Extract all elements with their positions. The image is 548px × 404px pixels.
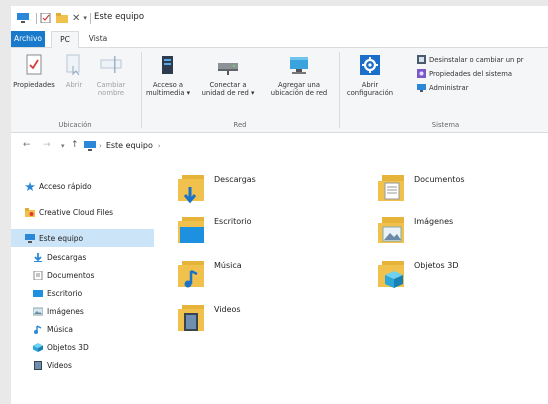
folder-view: Descargas Documentos Escritorio Imágenes…: [166, 161, 548, 404]
folder-tile-descargas[interactable]: Descargas: [176, 171, 256, 205]
manage-icon: [417, 84, 426, 92]
pictures-folder-icon: [378, 217, 404, 243]
group-label-red: Red: [233, 121, 247, 129]
downloads-icon: [34, 252, 42, 262]
nav-imagenes[interactable]: Imágenes: [11, 302, 154, 320]
ribbon-tabs: Archivo PC Vista: [11, 31, 548, 48]
star-icon: [25, 181, 35, 191]
group-label-ubicacion: Ubicación: [58, 121, 92, 129]
folder-tile-imagenes[interactable]: Imágenes: [376, 213, 453, 247]
3d-objects-folder-icon: [378, 261, 404, 288]
nav-musica[interactable]: Música: [11, 320, 154, 338]
uninstall-program-link[interactable]: Desinstalar o cambiar un pr: [417, 55, 524, 64]
open-settings-button[interactable]: Abrir configuración: [343, 54, 397, 97]
nav-escritorio[interactable]: Escritorio: [11, 284, 154, 302]
system-properties-link[interactable]: Propiedades del sistema: [417, 69, 512, 78]
navigation-pane: Acceso rápido Creative Cloud Files Este …: [11, 161, 154, 404]
rename-button[interactable]: Cambiar nombre: [91, 54, 131, 97]
documents-folder-icon: [378, 175, 404, 201]
open-button[interactable]: Abrir: [59, 54, 89, 89]
media-access-button[interactable]: Acceso a multimedia ▾: [145, 54, 191, 97]
forward-arrow-icon[interactable]: →: [43, 140, 51, 150]
settings-gear-icon: [360, 55, 380, 75]
nav-objetos-3d[interactable]: Objetos 3D: [11, 338, 154, 356]
nav-creative-cloud-files[interactable]: Creative Cloud Files: [11, 203, 154, 221]
nav-documentos[interactable]: Documentos: [11, 266, 154, 284]
back-arrow-icon[interactable]: ←: [23, 140, 31, 150]
up-arrow-icon[interactable]: ↑: [71, 140, 79, 150]
3d-objects-icon: [33, 342, 43, 352]
media-server-icon: [162, 56, 173, 74]
add-network-location-button[interactable]: Agregar una ubicación de red: [263, 54, 335, 97]
open-icon: [66, 54, 80, 76]
ribbon: Propiedades Abrir Cambiar nombre Ubicaci…: [11, 48, 548, 133]
properties-icon: [26, 54, 42, 75]
properties-button[interactable]: Propiedades: [11, 54, 57, 89]
title-bar: ✕ ▾ Este equipo: [11, 6, 548, 30]
tab-vista[interactable]: Vista: [83, 31, 113, 47]
breadcrumb-este-equipo[interactable]: Este equipo: [106, 141, 153, 150]
customize-quick-access-icon[interactable]: ▾: [83, 14, 87, 22]
nav-videos[interactable]: Videos: [11, 356, 154, 374]
divider: [36, 12, 37, 24]
pictures-icon: [33, 307, 43, 315]
window-title: Este equipo: [94, 12, 145, 22]
music-folder-icon: [178, 261, 204, 288]
group-label-sistema: Sistema: [431, 121, 460, 129]
tab-pc[interactable]: PC: [51, 31, 79, 48]
map-network-drive-button[interactable]: Conectar a unidad de red ▾: [195, 54, 261, 97]
folder-tile-musica[interactable]: Música: [176, 257, 242, 291]
address-row: ← → ▾ ↑ › Este equipo ›: [11, 133, 548, 159]
breadcrumb-chevron-icon: ›: [99, 141, 102, 150]
music-icon: [34, 324, 42, 334]
folder-tile-videos[interactable]: Videos: [176, 301, 241, 335]
desktop-icon: [33, 289, 43, 297]
rename-icon: [100, 56, 122, 73]
group-divider: [141, 52, 142, 128]
network-location-icon: [290, 57, 308, 74]
properties-icon[interactable]: [40, 13, 52, 23]
manage-link[interactable]: Administrar: [417, 83, 469, 92]
folder-tile-documentos[interactable]: Documentos: [376, 171, 465, 205]
nav-descargas[interactable]: Descargas: [11, 248, 154, 266]
breadcrumb-chevron-icon: ›: [157, 141, 161, 150]
this-pc-icon: [84, 140, 96, 151]
desktop-folder-icon: [178, 217, 204, 243]
this-pc-icon: [17, 13, 29, 23]
nav-quick-access[interactable]: Acceso rápido: [11, 177, 154, 195]
nav-este-equipo[interactable]: Este equipo: [11, 229, 154, 247]
videos-folder-icon: [178, 305, 204, 331]
uninstall-icon: [417, 55, 426, 64]
group-divider: [339, 52, 340, 128]
divider: [89, 12, 91, 24]
address-bar[interactable]: › Este equipo ›: [84, 138, 546, 153]
documents-icon: [33, 270, 43, 280]
videos-icon: [34, 360, 42, 370]
recent-locations-icon[interactable]: ▾: [61, 142, 65, 150]
network-drive-icon: [218, 63, 238, 75]
delete-icon[interactable]: ✕: [72, 13, 80, 24]
new-folder-icon[interactable]: [56, 13, 68, 23]
folder-tile-escritorio[interactable]: Escritorio: [176, 213, 252, 247]
downloads-folder-icon: [178, 175, 204, 204]
file-explorer-window: ✕ ▾ Este equipo Archivo PC Vista Propied…: [11, 6, 548, 404]
system-properties-icon: [417, 69, 426, 78]
quick-access-toolbar: ✕ ▾: [17, 11, 94, 25]
this-pc-icon: [25, 233, 35, 243]
tab-archivo[interactable]: Archivo: [11, 31, 45, 47]
folder-tile-objetos-3d[interactable]: Objetos 3D: [376, 257, 459, 291]
creative-cloud-folder-icon: [25, 207, 35, 217]
